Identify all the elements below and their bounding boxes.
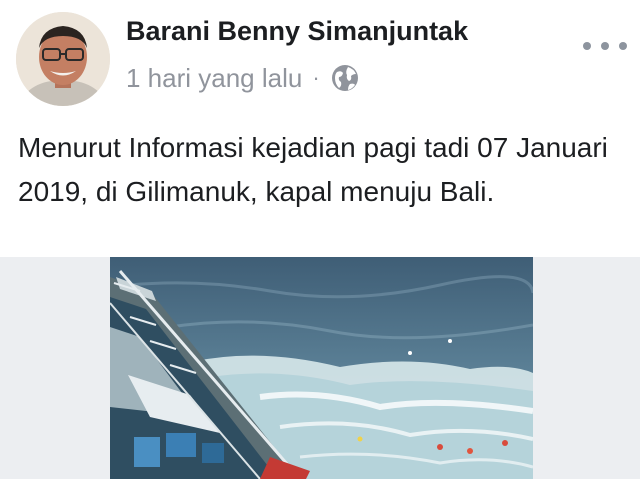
post-header: Barani Benny Simanjuntak 1 hari yang lal… <box>0 0 640 110</box>
avatar-photo <box>16 12 110 106</box>
more-options-icon[interactable] <box>583 38 627 54</box>
meta-separator: · <box>312 65 320 90</box>
globe-icon <box>330 63 360 93</box>
more-dot <box>601 42 609 50</box>
post-meta: 1 hari yang lalu · <box>126 62 360 94</box>
post-photo[interactable] <box>110 257 533 479</box>
post-text: Menurut Informasi kejadian pagi tadi 07 … <box>18 132 608 207</box>
more-dot <box>619 42 627 50</box>
more-dot <box>583 42 591 50</box>
capsized-ship-photo <box>110 257 533 479</box>
avatar[interactable] <box>16 12 110 106</box>
post-media[interactable] <box>0 257 640 479</box>
author-name[interactable]: Barani Benny Simanjuntak <box>126 16 468 47</box>
post-timestamp[interactable]: 1 hari yang lalu <box>126 63 302 94</box>
